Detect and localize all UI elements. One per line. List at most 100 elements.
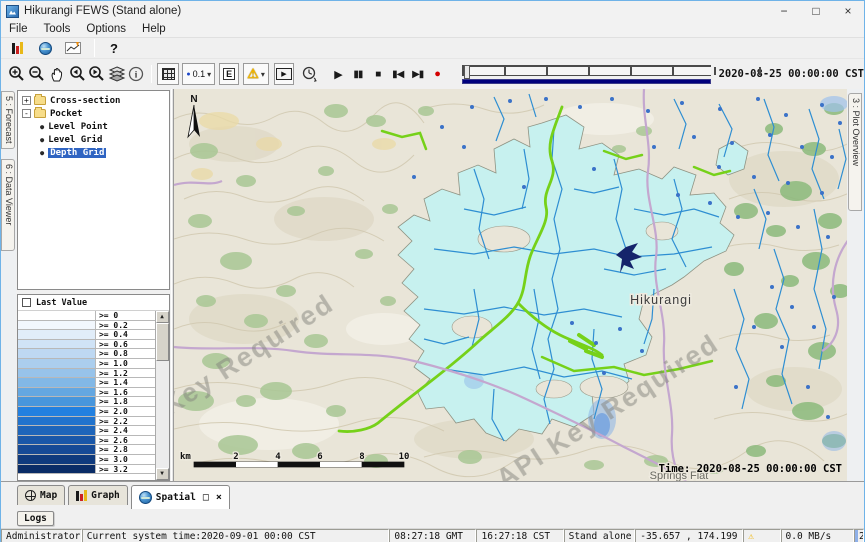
legend-label: >= 2.6 — [96, 436, 155, 445]
tab-forecast[interactable]: 5 : Forecast — [1, 91, 15, 149]
legend-row[interactable]: >= 2.2 — [18, 417, 155, 427]
map-view[interactable]: Hikurangi Springs Flat API Key Required … — [174, 89, 847, 481]
legend-swatch — [18, 388, 96, 397]
last-value-checkbox[interactable] — [22, 298, 31, 307]
scroll-down-icon[interactable]: ▼ — [156, 468, 169, 480]
legend-scrollbar[interactable]: ▲ ▼ — [156, 311, 169, 480]
step-forward-button[interactable]: ▶▮ — [408, 63, 428, 85]
spatial-display-icon[interactable] — [33, 37, 57, 59]
legend-row[interactable]: >= 0.2 — [18, 321, 155, 331]
step-back-button[interactable]: ▮◀ — [388, 63, 408, 85]
globe-icon — [139, 491, 152, 504]
stop-button[interactable]: ■ — [368, 63, 388, 85]
menu-help[interactable]: Help — [134, 23, 174, 35]
scrollbar-thumb[interactable] — [156, 323, 169, 361]
record-button[interactable]: ● — [428, 63, 448, 85]
scrollbar-track[interactable] — [156, 323, 169, 468]
legend-row[interactable]: >= 2.0 — [18, 407, 155, 417]
zoom-next-button[interactable] — [87, 63, 107, 85]
minimize-button[interactable]: − — [768, 1, 800, 21]
menu-options[interactable]: Options — [78, 23, 134, 35]
legend-row[interactable]: >= 0.6 — [18, 340, 155, 350]
legend-row[interactable]: >= 2.4 — [18, 426, 155, 436]
time-ruler[interactable] — [462, 65, 711, 76]
tree-item-level-point[interactable]: ● Level Point — [18, 120, 169, 133]
expand-icon[interactable]: + — [22, 96, 31, 105]
maximize-button[interactable]: □ — [800, 1, 832, 21]
tree-label: Pocket — [50, 109, 83, 119]
pan-button[interactable] — [47, 63, 67, 85]
tab-data-viewer[interactable]: 6 : Data Viewer — [1, 159, 15, 251]
database-viewer-icon[interactable] — [5, 37, 29, 59]
play-button[interactable]: ▶ — [328, 63, 348, 85]
time-slider-thumb[interactable] — [464, 65, 470, 79]
zoom-out-button[interactable] — [27, 63, 47, 85]
tab-graph[interactable]: Graph — [68, 485, 128, 505]
thresholds-dropdown[interactable]: ⚠ ▾ — [243, 63, 269, 85]
profile-display-icon[interactable] — [61, 37, 85, 59]
legend-row[interactable]: >= 1.8 — [18, 397, 155, 407]
hand-icon — [49, 66, 65, 83]
tab-map[interactable]: Map — [17, 485, 65, 505]
legend-label: >= 1.0 — [96, 359, 155, 368]
legend-row[interactable]: >= 1.0 — [18, 359, 155, 369]
chevron-down-icon: ▾ — [261, 70, 265, 79]
legend-row[interactable]: >= 0 — [18, 311, 155, 321]
zoom-out-icon — [28, 65, 46, 83]
menu-tools[interactable]: Tools — [36, 23, 79, 35]
svg-text:4: 4 — [275, 452, 281, 462]
logs-button[interactable]: Logs — [17, 511, 54, 526]
labels-toggle[interactable]: E — [219, 63, 239, 85]
zoom-previous-button[interactable] — [67, 63, 87, 85]
tree-item-pocket[interactable]: - Pocket — [18, 107, 169, 120]
window-title: Hikurangi FEWS (Stand alone) — [24, 5, 181, 17]
legend-label: >= 2.0 — [96, 407, 155, 416]
status-local-time: 16:27:18 CST — [476, 529, 563, 542]
tab-plot-overview[interactable]: 3 : Plot Overview — [848, 93, 862, 211]
legend-row[interactable]: >= 3.2 — [18, 465, 155, 475]
tab-spatial-label: Spatial — [156, 492, 196, 503]
wire-globe-icon — [25, 490, 36, 501]
animation-button[interactable]: ▶ — [274, 63, 294, 85]
legend-label: >= 2.4 — [96, 426, 155, 435]
layers-panel: + Cross-section - Pocket ● Level Point ●… — [16, 89, 171, 481]
legend-row[interactable]: >= 2.6 — [18, 436, 155, 446]
pause-button[interactable]: ▮▮ — [348, 63, 368, 85]
app-icon — [6, 5, 19, 18]
legend-row[interactable]: >= 1.2 — [18, 369, 155, 379]
close-pane-icon[interactable]: × — [216, 492, 222, 503]
time-settings-button[interactable] — [300, 63, 320, 85]
folder-icon — [34, 109, 46, 118]
scroll-up-icon[interactable]: ▲ — [156, 311, 169, 323]
tree-item-level-grid[interactable]: ● Level Grid — [18, 133, 169, 146]
svg-text:10: 10 — [398, 452, 409, 462]
restore-pane-icon[interactable]: □ — [203, 492, 209, 503]
tab-spatial[interactable]: Spatial □ × — [131, 485, 230, 509]
zoom-in-button[interactable] — [7, 63, 27, 85]
zoom-in-icon — [8, 65, 26, 83]
layers-icon — [108, 66, 126, 82]
legend-row[interactable]: >= 0.8 — [18, 349, 155, 359]
collapse-icon[interactable]: - — [22, 109, 31, 118]
legend-label: >= 1.6 — [96, 388, 155, 397]
legend-row[interactable]: >= 1.4 — [18, 378, 155, 388]
classbreaks-dropdown[interactable]: ● 0.1 ▾ — [182, 63, 215, 85]
menu-file[interactable]: File — [1, 23, 36, 35]
status-warning-icon[interactable]: ⚠ — [743, 529, 780, 542]
tree-item-cross-section[interactable]: + Cross-section — [18, 94, 169, 107]
legend-row[interactable]: >= 0.4 — [18, 330, 155, 340]
grid-display-toggle[interactable] — [157, 63, 179, 85]
help-button[interactable]: ? — [104, 41, 124, 56]
tree-item-depth-grid[interactable]: ● Depth Grid — [18, 146, 169, 159]
layers-button[interactable] — [107, 63, 127, 85]
status-network-speed: 0.0 MB/s — [781, 529, 855, 542]
legend-row[interactable]: >= 3.0 — [18, 455, 155, 465]
info-button[interactable]: i — [127, 63, 147, 85]
map-canvas[interactable]: Hikurangi Springs Flat API Key Required … — [174, 89, 847, 481]
close-button[interactable]: × — [832, 1, 864, 21]
legend-row[interactable]: >= 2.8 — [18, 445, 155, 455]
legend-row[interactable]: >= 1.6 — [18, 388, 155, 398]
left-tab-strip: 5 : Forecast 6 : Data Viewer — [1, 89, 16, 481]
time-slider[interactable] — [462, 65, 711, 84]
globe-icon — [39, 42, 52, 55]
